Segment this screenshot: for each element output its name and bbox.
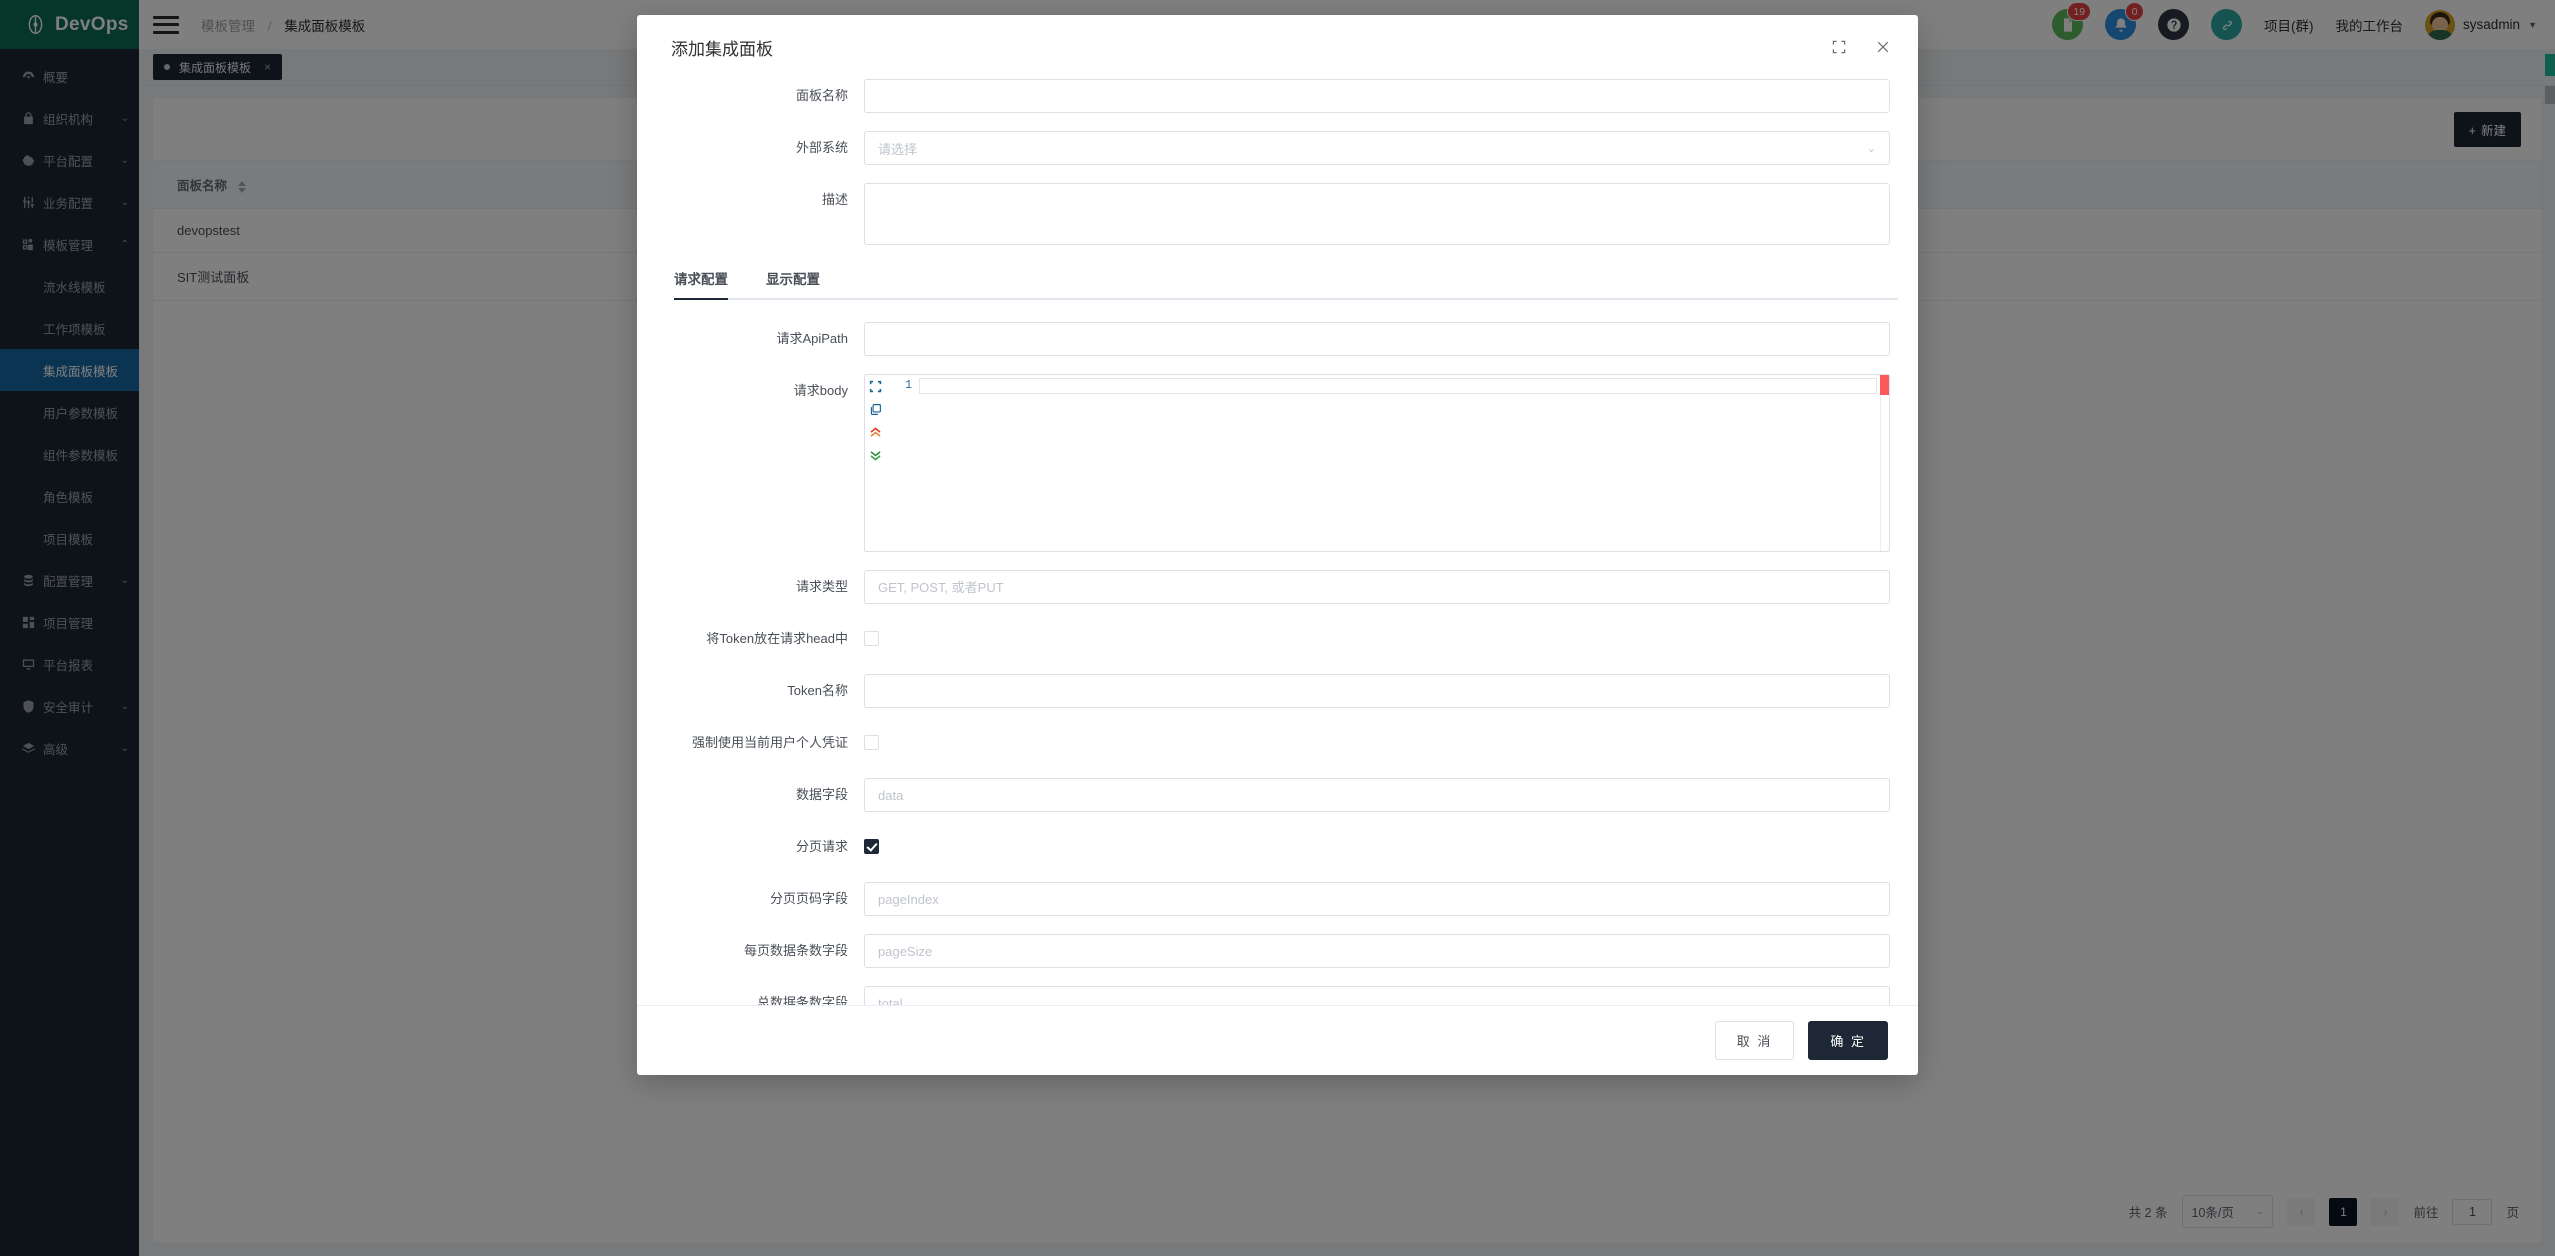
field-label: 请求ApiPath <box>776 331 848 346</box>
field-label: 描述 <box>821 192 848 207</box>
field-total: 总数据条数字段 <box>657 986 1898 1005</box>
panel-name-input[interactable] <box>864 79 1890 113</box>
request-method-input[interactable] <box>864 570 1890 604</box>
field-page-size: 每页数据条数字段 <box>657 934 1898 968</box>
field-label: 将Token放在请求head中 <box>706 631 848 646</box>
api-path-input[interactable] <box>864 322 1890 356</box>
field-label: 分页请求 <box>795 839 848 854</box>
confirm-button[interactable]: 确 定 <box>1808 1021 1888 1060</box>
field-paging-request: 分页请求 <box>657 830 1898 864</box>
external-system-select[interactable]: 请选择 ⌄ <box>864 131 1890 165</box>
field-label: 请求类型 <box>795 579 848 594</box>
field-force-personal-credential: 强制使用当前用户个人凭证 <box>657 726 1898 760</box>
editor-error-marker <box>1880 375 1889 395</box>
editor-active-line <box>919 378 1877 394</box>
paging-request-checkbox[interactable] <box>864 839 879 855</box>
total-field-input[interactable] <box>864 986 1890 1005</box>
dialog-header: 添加集成面板 <box>637 15 1918 79</box>
editor-scrollbar[interactable] <box>1880 375 1889 551</box>
dialog-header-actions <box>1830 38 1892 56</box>
token-name-input[interactable] <box>864 674 1890 708</box>
external-system-placeholder: 请选择 <box>878 141 918 157</box>
field-label: Token名称 <box>787 683 848 698</box>
dialog-title: 添加集成面板 <box>671 39 773 59</box>
field-label: 强制使用当前用户个人凭证 <box>691 735 848 750</box>
field-label: 外部系统 <box>795 140 848 155</box>
dialog-body: 面板名称 外部系统 请选择 ⌄ 描述 请求配置 显示配置 请求ApiPath 请… <box>637 79 1918 1005</box>
dialog-footer: 取 消 确 定 <box>637 1005 1918 1075</box>
field-panel-name: 面板名称 <box>657 79 1898 113</box>
description-textarea[interactable] <box>864 183 1890 245</box>
field-token-name: Token名称 <box>657 674 1898 708</box>
cancel-button[interactable]: 取 消 <box>1714 1021 1795 1060</box>
field-label: 每页数据条数字段 <box>743 943 848 958</box>
editor-text-area[interactable] <box>919 375 1889 551</box>
field-label: 请求body <box>793 383 848 398</box>
data-field-input[interactable] <box>864 778 1890 812</box>
field-data-field: 数据字段 <box>657 778 1898 812</box>
field-label: 分页页码字段 <box>769 891 848 906</box>
collapse-up-icon[interactable] <box>869 426 882 439</box>
field-api-path: 请求ApiPath <box>657 322 1898 356</box>
copy-icon[interactable] <box>869 403 882 416</box>
fullscreen-icon[interactable] <box>869 380 882 393</box>
field-label: 数据字段 <box>795 787 848 802</box>
editor-line-number: 1 <box>905 379 912 392</box>
dialog-tabs: 请求配置 显示配置 <box>674 268 1898 300</box>
tab-request-config[interactable]: 请求配置 <box>674 268 728 300</box>
page-index-field-input[interactable] <box>864 882 1890 916</box>
chevron-down-icon: ⌄ <box>1866 142 1876 155</box>
request-body-editor[interactable]: 1 <box>864 374 1890 552</box>
maximize-icon[interactable] <box>1830 38 1848 56</box>
token-in-head-checkbox[interactable] <box>864 631 879 647</box>
page-size-field-input[interactable] <box>864 934 1890 968</box>
force-personal-credential-checkbox[interactable] <box>864 735 879 751</box>
field-description: 描述 <box>657 183 1898 250</box>
field-external-system: 外部系统 请选择 ⌄ <box>657 131 1898 165</box>
close-icon[interactable] <box>1874 38 1892 56</box>
field-page-index: 分页页码字段 <box>657 882 1898 916</box>
field-label: 面板名称 <box>795 88 848 103</box>
app-root: DevOps 概要 组织机构 ⌄ <box>0 0 2555 1256</box>
field-request-method: 请求类型 <box>657 570 1898 604</box>
field-label: 总数据条数字段 <box>756 995 848 1005</box>
field-request-body: 请求body 1 <box>657 374 1898 552</box>
expand-down-icon[interactable] <box>869 449 882 462</box>
editor-line-numbers: 1 <box>885 375 919 551</box>
editor-toolbar <box>865 375 885 551</box>
tab-display-config[interactable]: 显示配置 <box>766 268 820 298</box>
add-integration-panel-dialog: 添加集成面板 面板名称 外部系统 请选择 ⌄ 描述 请求配置 显示配置 请求Ap… <box>637 15 1918 1075</box>
field-token-in-head: 将Token放在请求head中 <box>657 622 1898 656</box>
